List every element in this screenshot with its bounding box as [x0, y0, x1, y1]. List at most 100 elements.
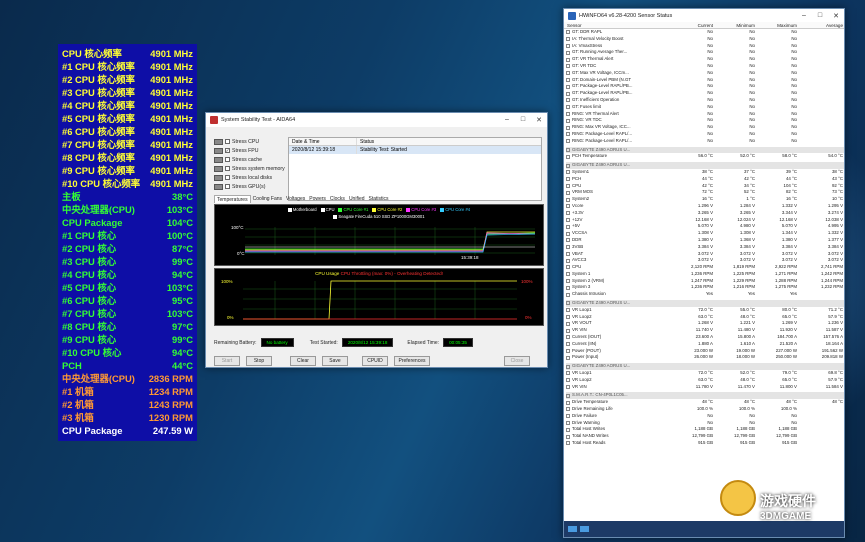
start-button[interactable]: Start	[214, 356, 240, 366]
nav-arrows-icon[interactable]	[568, 526, 577, 532]
sensor-list[interactable]: GT: DDR RAPL No No No IA: Thermal Velocity B…	[564, 29, 844, 525]
sensor-row[interactable]: VR VIN 11.740 V 11.480 V 11.920 V 11.587 V	[566, 327, 844, 334]
col-average[interactable]: Average	[797, 22, 843, 28]
sensor-row[interactable]: GT: Max VR Voltage, ICCm... No No No	[566, 70, 844, 77]
sensor-row[interactable]: Drive Warning No No No	[566, 420, 844, 427]
stress-checkbox[interactable]	[225, 166, 230, 171]
sensor-row[interactable]: System 1 1,236 RPM 1,225 RPM 1,271 RPM 1,242…	[566, 271, 844, 278]
sensor-row[interactable]: System2 16 °C 1 °C 16 °C 10 °C	[566, 196, 844, 203]
tab-cooling-fans[interactable]: Cooling Fans	[251, 195, 284, 203]
hwinfo-window[interactable]: HWiNFO64 v6.28-4200 Sensor Status – □ ✕ …	[563, 8, 845, 538]
sensor-row[interactable]: VRM MOS 72 °C 52 °C 82 °C 73 °C	[566, 189, 844, 196]
sensor-group-header[interactable]: GIGABYTE Z490 AORUS U...	[566, 363, 844, 371]
col-minimum[interactable]: Minimum	[713, 22, 755, 28]
sensor-group-header[interactable]: S.M.A.R.T.: CN-4P0L1C05...	[566, 392, 844, 400]
maximize-icon[interactable]: □	[515, 116, 531, 124]
minimize-icon[interactable]: –	[796, 12, 812, 20]
sensor-row[interactable]: PCH Temperature 56.0 °C 52.0 °C 58.0 °C 54.0…	[566, 153, 844, 160]
sensor-row[interactable]: VR Loop2 63.0 °C 48.0 °C 65.0 °C 57.9 °C	[566, 377, 844, 384]
tab-temperatures[interactable]: Temperatures	[214, 195, 251, 203]
tab-voltages[interactable]: Voltages	[284, 195, 307, 203]
sensor-row[interactable]: GT: Package-Level RAPL/PB... No No No	[566, 90, 844, 97]
sensor-row[interactable]: VBAT 3.072 V 3.072 V 3.072 V 3.072 V	[566, 251, 844, 258]
cpuid-button[interactable]: CPUID	[362, 356, 388, 366]
tab-unified[interactable]: Unified	[347, 195, 367, 203]
tab-clocks[interactable]: Clocks	[328, 195, 347, 203]
sensor-row[interactable]: VR Loop2 63.0 °C 48.0 °C 65.0 °C 57.9 °C	[566, 314, 844, 321]
tab-statistics[interactable]: Statistics	[367, 195, 391, 203]
sensor-row[interactable]: GT: Running Average Ther... No No No	[566, 49, 844, 56]
col-sensor[interactable]: Sensor	[567, 22, 671, 28]
minimize-icon[interactable]: –	[499, 116, 515, 124]
sensor-row[interactable]: System 2 (VRM) 1,247 RPM 1,229 RPM 1,288 RP…	[566, 278, 844, 285]
sensor-row[interactable]: AVCC3 3.072 V 3.072 V 3.072 V 3.072 V	[566, 257, 844, 264]
aida64-window[interactable]: System Stability Test - AIDA64 – □ ✕ Str…	[205, 112, 548, 368]
sensor-row[interactable]: Power (POUT) 23.000 W 19.000 W 227.000 W 191…	[566, 348, 844, 355]
sensor-row[interactable]: Total Host Writes 1,188 GB 1,188 GB 1,188 G…	[566, 426, 844, 433]
sensor-row[interactable]: DDR 1.380 V 1.368 V 1.380 V 1.377 V	[566, 237, 844, 244]
sensor-row[interactable]: CPU 42 °C 34 °C 104 °C 92 °C	[566, 183, 844, 190]
sensor-row[interactable]: RING: VR Thermal Alert No No No	[566, 111, 844, 118]
sensor-row[interactable]: RING: Package-Level RAPL/... No No No	[566, 131, 844, 138]
sensor-row[interactable]: GT: Domain-Level PBM (N.GT No No No	[566, 77, 844, 84]
sensor-row[interactable]: GT: VR TDC No No No	[566, 63, 844, 70]
sensor-row[interactable]: +12V 12.168 V 12.024 V 12.168 V 12.038 V	[566, 217, 844, 224]
sensor-row[interactable]: Total Host Reads 915 GB 915 GB 915 GB	[566, 440, 844, 447]
maximize-icon[interactable]: □	[812, 12, 828, 20]
sensor-row[interactable]: IA: Thermal Velocity Boost No No No	[566, 36, 844, 43]
sensor-row[interactable]: VR VIN 11.780 V 11.470 V 11.800 V 11.584 V	[566, 384, 844, 391]
stress-option[interactable]: Stress cache	[214, 155, 285, 164]
sensor-row[interactable]: GT: Fuses limit No No No	[566, 104, 844, 111]
stress-option[interactable]: ✓ Stress FPU	[214, 146, 285, 155]
status-row[interactable]: 2020/8/12 15:39:18 Stability Test: Start…	[289, 146, 541, 154]
clear-button[interactable]: Clear	[290, 356, 316, 366]
sensor-group-header[interactable]: GIGABYTE Z490 AORUS U...	[566, 146, 844, 154]
stress-option[interactable]: Stress system memory	[214, 164, 285, 173]
sensor-row[interactable]: GT: Inefficient Operation No No No	[566, 97, 844, 104]
sensor-row[interactable]: +3.3V 3.265 V 3.265 V 3.344 V 3.274 V	[566, 210, 844, 217]
close-icon[interactable]: ✕	[531, 116, 547, 124]
sensor-row[interactable]: Power (Input) 26.000 W 18.000 W 250.000 W 20…	[566, 354, 844, 361]
sensor-row[interactable]: Total NAND Writes 12,799 GB 12,799 GB 12,79…	[566, 433, 844, 440]
stop-button[interactable]: Stop	[246, 356, 272, 366]
stress-checkbox[interactable]	[225, 175, 230, 180]
tab-powers[interactable]: Powers	[307, 195, 328, 203]
nav-arrows-icon-2[interactable]	[580, 526, 589, 532]
preferences-button[interactable]: Preferences	[394, 356, 430, 366]
sensor-row[interactable]: Drive Temperature 48 °C 48 °C 48 °C 48 °C	[566, 399, 844, 406]
sensor-row[interactable]: Chassis Intrusion Yes Yes Yes	[566, 291, 844, 298]
sensor-row[interactable]: PCH 44 °C 42 °C 44 °C 43 °C	[566, 176, 844, 183]
stress-checkbox[interactable]: ✓	[225, 148, 230, 153]
sensor-row[interactable]: GT: Package-Level RAPL/PB... No No No	[566, 83, 844, 90]
sensor-row[interactable]: Current (IOUT) 23.600 A 15.800 A 184.700 A 1…	[566, 334, 844, 341]
sensor-row[interactable]: RING: Package-Level RAPL/... No No No	[566, 138, 844, 145]
sensor-row[interactable]: VCCSA 1.308 V 1.308 V 1.344 V 1.332 V	[566, 230, 844, 237]
stress-option[interactable]: Stress CPU	[214, 137, 285, 146]
sensor-row[interactable]: VR VOUT 1.268 V 1.221 V 1.269 V 1.236 V	[566, 320, 844, 327]
close-button[interactable]: Close	[504, 356, 530, 366]
sensor-row[interactable]: Current (IIN) 1.880 A 1.610 A 21.520 A 18.16…	[566, 341, 844, 348]
stress-option[interactable]: Stress local disks	[214, 173, 285, 182]
sensor-row[interactable]: GT: VR Thermal Alert No No No	[566, 56, 844, 63]
sensor-row[interactable]: 3VSB 3.384 V 3.384 V 3.384 V 3.384 V	[566, 244, 844, 251]
sensor-group-header[interactable]: GIGABYTE Z490 AORUS U...	[566, 300, 844, 307]
sensor-row[interactable]: Drive Failure No No No	[566, 413, 844, 420]
aida64-titlebar[interactable]: System Stability Test - AIDA64 – □ ✕	[206, 113, 547, 127]
close-icon[interactable]: ✕	[828, 12, 844, 20]
sensor-row[interactable]: IA: VmaxStress No No No	[566, 43, 844, 50]
sensor-row[interactable]: VR Loop1 72.0 °C 55.0 °C 80.0 °C 71.2 °C	[566, 307, 844, 314]
stress-option[interactable]: Stress GPU(s)	[214, 182, 285, 191]
stress-checkbox[interactable]	[225, 184, 230, 189]
sensor-row[interactable]: RING: VR TDC No No No	[566, 117, 844, 124]
sensor-row[interactable]: RING: Max VR Voltage, ICC... No No No	[566, 124, 844, 131]
sensor-row[interactable]: System1 38 °C 37 °C 39 °C 38 °C	[566, 169, 844, 176]
hwinfo-titlebar[interactable]: HWiNFO64 v6.28-4200 Sensor Status – □ ✕	[564, 9, 844, 22]
col-current[interactable]: Current	[671, 22, 713, 28]
sensor-group-header[interactable]: GIGABYTE Z490 AORUS U...	[566, 162, 844, 169]
sensor-row[interactable]: GT: DDR RAPL No No No	[566, 29, 844, 36]
sensor-row[interactable]: +5V 5.070 V 4.980 V 5.070 V 4.995 V	[566, 223, 844, 230]
sensor-row[interactable]: CPU 2,120 RPM 1,819 RPM 2,922 RPM 2,741 RPM	[566, 264, 844, 271]
stress-checkbox[interactable]	[225, 157, 230, 162]
sensor-row[interactable]: System 3 1,236 RPM 1,216 RPM 1,275 RPM 1,232…	[566, 284, 844, 291]
sensor-row[interactable]: Vcore 1.296 V 1.284 V 1.332 V 1.295 V	[566, 203, 844, 210]
